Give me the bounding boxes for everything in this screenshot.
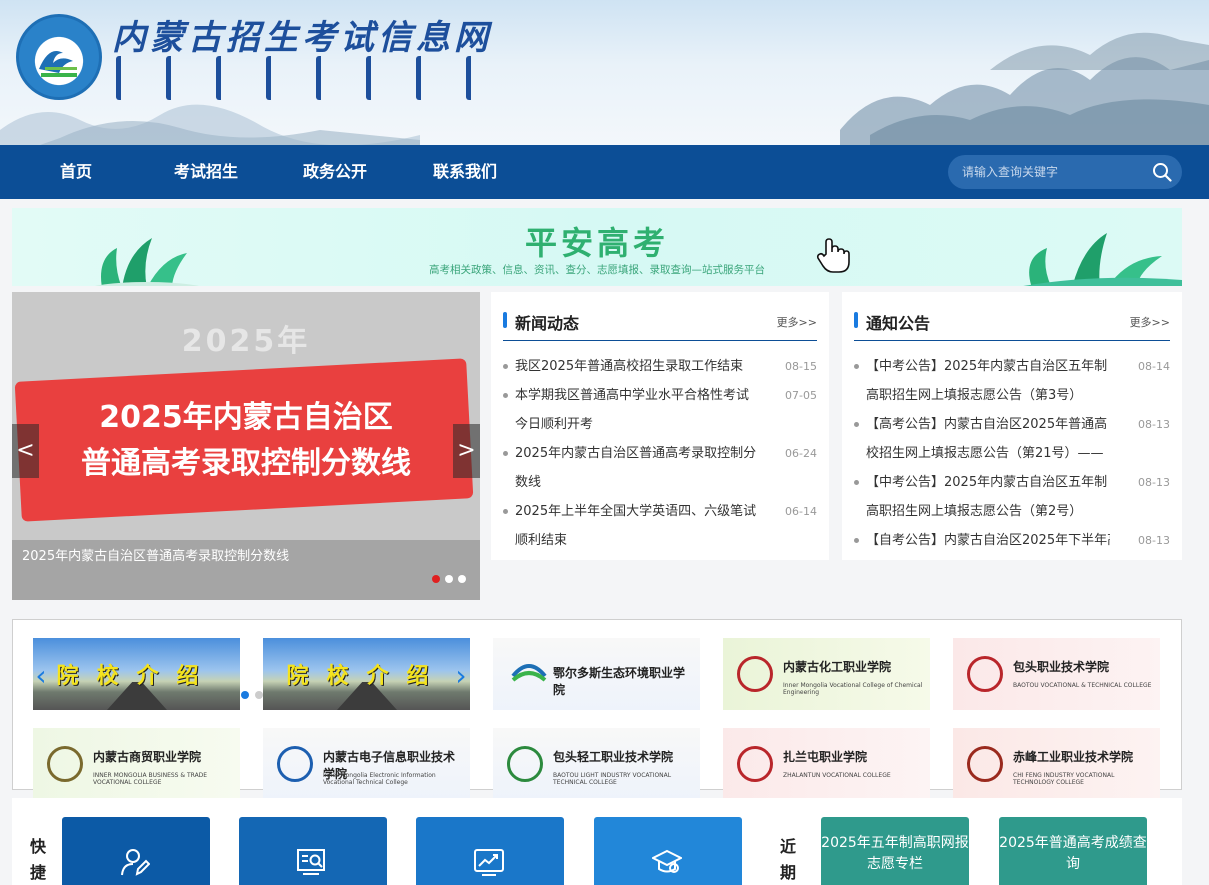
user-edit-icon (121, 849, 150, 876)
school-seal-icon (737, 656, 773, 692)
school-link-business-trade[interactable]: 内蒙古商贸职业学院 INNER MONGOLIA BUSINESS & TRAD… (33, 728, 240, 800)
search-screen-icon (297, 849, 325, 875)
school-seal-icon (47, 746, 83, 782)
search-box (948, 155, 1182, 189)
search-icon[interactable] (1152, 162, 1172, 182)
carousel-prev-button[interactable]: < (12, 424, 39, 478)
logo-wave-icon (39, 51, 77, 77)
news-panel-title: 新闻动态 (515, 314, 580, 333)
slide-headline-line1: 2025年内蒙古自治区 (99, 400, 393, 435)
carousel-dot[interactable] (445, 575, 453, 583)
recent-link-vocational-application[interactable]: 2025年五年制高职网报志愿专栏 (821, 817, 969, 885)
notice-panel-header: 通知公告 更多>> (854, 304, 1170, 341)
school-links-section: 院校介绍 院校介绍 ‹ › 鄂尔多斯生态环境职业学院 内蒙古化工职业学院 Inn… (12, 619, 1182, 800)
main-nav: 首页 考试招生 政务公开 联系我们 (0, 145, 1209, 199)
notice-panel-title: 通知公告 (866, 314, 931, 333)
school-seal-icon (277, 746, 313, 782)
school-link-chemical[interactable]: 内蒙古化工职业学院 Inner Mongolia Vocational Coll… (723, 638, 930, 710)
school-link-baotou-vocational[interactable]: 包头职业技术学院 BAOTOU VOCATIONAL & TECHNICAL C… (953, 638, 1160, 710)
school-seal-icon (507, 746, 543, 782)
school-intro-slide[interactable]: 院校介绍 (33, 638, 240, 710)
school-link-electronic-info[interactable]: 内蒙古电子信息职业技术学院 Inner Mongolia Electronic … (263, 728, 470, 800)
chart-screen-icon (474, 849, 504, 876)
school-seal-icon (737, 746, 773, 782)
news-panel-header: 新闻动态 更多>> (503, 304, 817, 341)
school-link-baotou-light[interactable]: 包头轻工职业技术学院 BAOTOU LIGHT INDUSTRY VOCATIO… (493, 728, 700, 800)
news-more-link[interactable]: 更多>> (777, 314, 817, 330)
site-header: 内蒙古招生考试信息网 (0, 0, 1209, 145)
site-logo[interactable] (16, 14, 102, 100)
slide-headline-line2: 普通高考录取控制分数线 (81, 446, 411, 481)
news-item[interactable]: 2025年内蒙古自治区普通高考录取控制分数线 06-24 (503, 439, 817, 497)
graduation-cap-icon (652, 849, 682, 873)
recent-link-gaokao-score[interactable]: 2025年普通高考成绩查询 (999, 817, 1147, 885)
notice-more-link[interactable]: 更多>> (1130, 314, 1170, 330)
notice-panel: 通知公告 更多>> 【中考公告】2025年内蒙古自治区五年制高职招生网上填报志愿… (842, 292, 1182, 560)
banner-subtitle: 高考相关政策、信息、资讯、查分、志愿填报、录取查询—站式服务平台 (429, 264, 765, 276)
news-list: 我区2025年普通高校招生录取工作结束 08-15 本学期我区普通高中学业水平合格… (503, 352, 817, 555)
slide-caption[interactable]: 2025年内蒙古自治区普通高考录取控制分数线 (22, 545, 289, 564)
nav-item-home[interactable]: 首页 (60, 145, 92, 199)
school-seal-icon (967, 746, 1003, 782)
ordos-school-logo-icon (511, 664, 547, 682)
notice-list: 【中考公告】2025年内蒙古自治区五年制高职招生网上填报志愿公告（第3号） 08-… (854, 352, 1170, 555)
carousel-dots (432, 575, 466, 583)
banner-title: 平安高考 (524, 224, 669, 262)
quick-link-button[interactable] (416, 817, 564, 885)
nav-item-exam-admission[interactable]: 考试招生 (174, 145, 238, 199)
safe-exam-banner[interactable]: 平安高考 高考相关政策、信息、资讯、查分、志愿填报、录取查询—站式服务平台 (12, 208, 1182, 286)
site-title: 内蒙古招生考试信息网 (112, 18, 492, 58)
nav-item-government-affairs[interactable]: 政务公开 (303, 145, 367, 199)
news-item[interactable]: 2025年上半年全国大学英语四、六级笔试顺利结束 06-14 (503, 497, 817, 555)
schools-prev-arrow[interactable]: ‹ (31, 656, 51, 696)
carousel-dot[interactable] (432, 575, 440, 583)
mongolian-title (116, 56, 476, 100)
slide-year: 2025年 (181, 324, 311, 359)
notice-item[interactable]: 【中考公告】2025年内蒙古自治区五年制高职招生网上填报志愿公告（第3号） 08-… (854, 352, 1170, 410)
carousel-dot[interactable] (458, 575, 466, 583)
mountain-right-decoration (840, 32, 1209, 145)
school-seal-icon (967, 656, 1003, 692)
quick-links-section: 快捷 近期 2025年五年制高职网报志愿专栏 2025年普通高考成绩查询 (12, 798, 1182, 885)
schools-dots (241, 691, 263, 699)
notice-item[interactable]: 【高考公告】内蒙古自治区2025年普通高校招生网上填报志愿公告（第21号）——高… (854, 410, 1170, 468)
news-item[interactable]: 我区2025年普通高校招生录取工作结束 08-15 (503, 352, 817, 381)
news-item[interactable]: 本学期我区普通高中学业水平合格性考试今日顺利开考 07-05 (503, 381, 817, 439)
news-panel: 新闻动态 更多>> 我区2025年普通高校招生录取工作结束 08-15 本学期我区… (491, 292, 829, 560)
nav-item-contact-us[interactable]: 联系我们 (433, 145, 497, 199)
notice-item[interactable]: 【中考公告】2025年内蒙古自治区五年制高职招生网上填报志愿公告（第2号） 08-… (854, 468, 1170, 526)
notice-item[interactable]: 【自考公告】内蒙古自治区2025年下半年高 08-13 (854, 526, 1170, 555)
school-link-ordos[interactable]: 鄂尔多斯生态环境职业学院 (493, 638, 700, 710)
quick-links-label: 快捷 (30, 837, 47, 882)
schools-next-arrow[interactable]: › (451, 656, 471, 696)
search-input[interactable] (962, 155, 1142, 189)
hand-cursor-icon (816, 238, 850, 273)
school-link-chifeng[interactable]: 赤峰工业职业技术学院 CHI FENG INDUSTRY VOCATIONAL … (953, 728, 1160, 800)
school-link-zhalantun[interactable]: 扎兰屯职业学院 ZHALANTUN VOCATIONAL COLLEGE (723, 728, 930, 800)
quick-link-button[interactable] (239, 817, 387, 885)
quick-link-button[interactable] (594, 817, 742, 885)
news-carousel[interactable]: 2025年 2025年内蒙古自治区 普通高考录取控制分数线 2025年内蒙古自治… (12, 292, 480, 600)
carousel-next-button[interactable]: > (453, 424, 480, 478)
recent-label: 近期 (780, 837, 797, 882)
school-intro-slide[interactable]: 院校介绍 (263, 638, 470, 710)
quick-link-button[interactable] (62, 817, 210, 885)
